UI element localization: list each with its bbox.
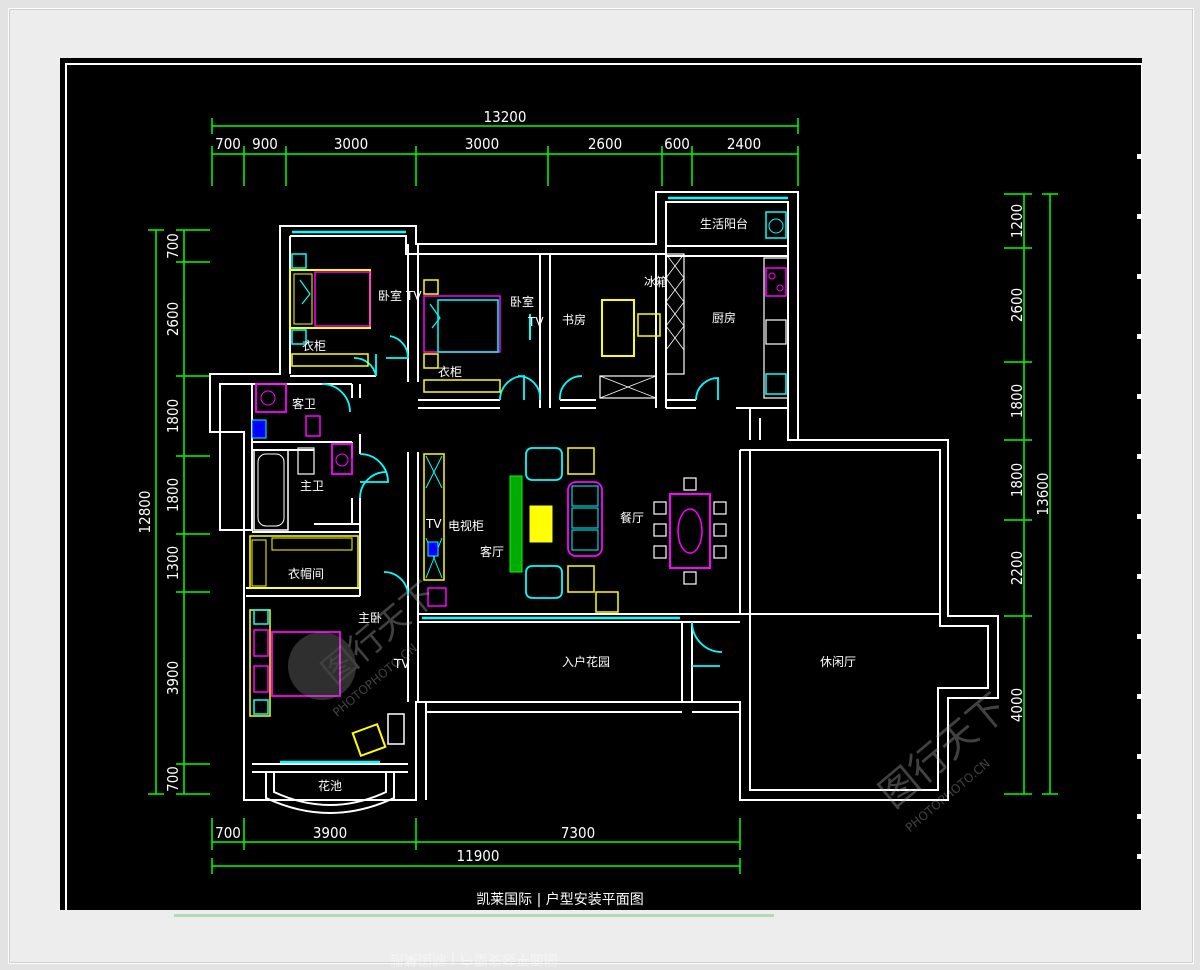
dim-top-total: 13200 (484, 108, 527, 126)
kitchen-fixtures (763, 211, 789, 399)
dim-top-2600: 2600 (588, 135, 622, 153)
dining-table (653, 477, 727, 585)
dim-bottom-3900: 3900 (313, 824, 347, 842)
room-label-leisure-hall: 休闲厅 (820, 655, 856, 669)
dim-top-900: 900 (252, 135, 278, 153)
dim-right-1800a: 1800 (1008, 384, 1026, 418)
dim-left-3900: 3900 (164, 661, 182, 695)
watermark-2: 图行天下 PHOTOPHOTO.CN (871, 685, 1016, 835)
dim-right-total: 13600 (1034, 473, 1052, 516)
room-label-flower-bay: 花池 (318, 778, 342, 793)
room-label-living: 客厅 (480, 544, 504, 559)
dim-bottom-total: 11900 (457, 847, 500, 865)
room-label-laundry-balcony: 生活阳台 (700, 216, 748, 231)
caption-reflection: 凯莱国际 | 户型安装平面图 (174, 912, 774, 970)
tv-cabinet-label: 电视柜 (448, 518, 484, 533)
dim-left-1800b: 1800 (164, 478, 182, 512)
room-label-bedroom-2: 卧室 (510, 294, 534, 309)
plan-caption: 凯莱国际 | 户型安装平面图 (476, 891, 644, 908)
tv-label-4: TV (425, 517, 442, 531)
fridge-label: 冰箱 (644, 274, 668, 289)
dim-left-1300: 1300 (164, 546, 182, 580)
dim-left-2600: 2600 (164, 302, 182, 336)
room-label-master-bath: 主卫 (300, 479, 324, 493)
room-label-cloakroom: 衣帽间 (288, 566, 324, 581)
tv-label-2: TV (527, 315, 544, 329)
room-label-dining: 餐厅 (620, 510, 644, 525)
reflection-bar (174, 914, 774, 917)
reflection-caption: 凯莱国际 | 户型安装平面图 (390, 951, 558, 967)
room-label-kitchen: 厨房 (712, 310, 736, 325)
dim-right-1800b: 1800 (1008, 463, 1026, 497)
dim-left-1800a: 1800 (164, 399, 182, 433)
room-label-bedroom-1: 卧室 (378, 288, 402, 303)
floor-plan-svg: 13200 700 900 3000 3000 2600 600 2400 12… (65, 63, 1142, 910)
dim-bottom-7300: 7300 (561, 824, 595, 842)
room-label-public-bath: 客卫 (292, 396, 316, 411)
sheet-border (65, 63, 1142, 910)
wardrobe-label-1: 衣柜 (302, 338, 326, 353)
dim-left-700b: 700 (164, 766, 182, 792)
cad-drawing-panel: 13200 700 900 3000 3000 2600 600 2400 12… (60, 58, 1142, 910)
dim-top-3000a: 3000 (334, 135, 368, 153)
dim-right-1200: 1200 (1008, 204, 1026, 238)
walls (209, 191, 999, 801)
room-label-entry-garden: 入户花园 (562, 654, 610, 669)
wardrobe-label-2: 衣柜 (438, 364, 462, 379)
dim-top-3000b: 3000 (465, 135, 499, 153)
dim-right-2200: 2200 (1008, 551, 1026, 585)
room-label-study: 书房 (562, 312, 586, 327)
living-sofa-set (509, 447, 619, 613)
dim-top-2400: 2400 (727, 135, 761, 153)
dim-bottom-700: 700 (215, 824, 241, 842)
dim-left-total: 12800 (136, 491, 154, 534)
public-bath-fixtures (251, 383, 321, 439)
dim-right-2600: 2600 (1008, 288, 1026, 322)
dim-top-600: 600 (664, 135, 690, 153)
dim-left-700a: 700 (164, 233, 182, 259)
study-furniture (599, 253, 685, 399)
tv-label-1: TV (405, 289, 422, 303)
dim-top-700: 700 (215, 135, 241, 153)
